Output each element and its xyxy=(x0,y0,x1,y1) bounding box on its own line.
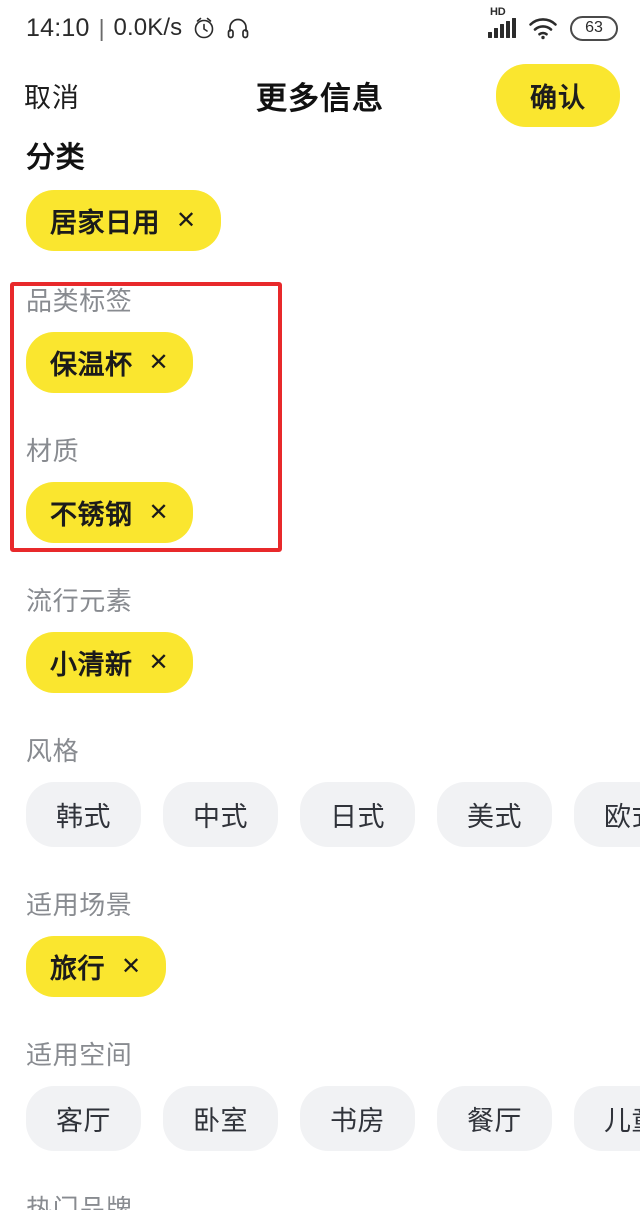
chip-label: 欧式 xyxy=(604,802,640,832)
chip-row: 居家日用 ✕ xyxy=(26,190,640,251)
section-4: 风格韩式 中式 日式 美式 欧式 xyxy=(0,731,640,847)
section-7: 热门品牌THERMOS/膳魔师TIGER/虎牌Tupperware/特百惠 xyxy=(0,1189,640,1210)
section-label: 风格 xyxy=(26,736,80,766)
more-info-form: 分类居家日用 ✕ 品类标签保温杯 ✕ 材质不锈钢 ✕ 流行元素小清新 ✕ 风格韩式 中式 日式 美式 欧… xyxy=(0,134,640,1210)
alarm-clock-icon xyxy=(191,15,217,41)
chip-label: 美式 xyxy=(467,802,522,832)
wifi-icon xyxy=(528,17,558,40)
section-label: 适用场景 xyxy=(26,890,133,920)
chip-label: 中式 xyxy=(193,802,248,832)
signal-bars xyxy=(488,17,516,38)
remove-chip-icon[interactable]: ✕ xyxy=(149,650,170,675)
remove-chip-icon[interactable]: ✕ xyxy=(149,500,170,525)
option-chip-3[interactable]: 餐厅 xyxy=(437,1086,552,1151)
battery-level: 63 xyxy=(585,19,603,36)
section-label: 流行元素 xyxy=(26,586,133,616)
remove-chip-icon[interactable]: ✕ xyxy=(176,208,197,233)
selected-chip-0[interactable]: 居家日用 ✕ xyxy=(26,190,221,251)
battery-indicator: 63 xyxy=(570,15,618,41)
chip-row[interactable]: 韩式 中式 日式 美式 欧式 xyxy=(26,782,640,847)
chip-label: 旅行 xyxy=(50,954,105,984)
selected-chip-0[interactable]: 保温杯 ✕ xyxy=(26,332,194,393)
remove-chip-icon[interactable]: ✕ xyxy=(121,954,142,979)
section-label: 分类 xyxy=(26,142,86,174)
status-bar: 14:10 | 0.0K/s HD 63 xyxy=(0,0,640,56)
option-chip-4[interactable]: 欧式 xyxy=(574,782,640,847)
chip-label: 书房 xyxy=(330,1106,385,1136)
confirm-button[interactable]: 确认 xyxy=(496,63,620,127)
section-label: 热门品牌 xyxy=(26,1194,133,1210)
selected-chip-0[interactable]: 不锈钢 ✕ xyxy=(26,482,194,543)
option-chip-3[interactable]: 美式 xyxy=(437,782,552,847)
section-5: 适用场景旅行 ✕ xyxy=(0,885,640,997)
chip-row: 旅行 ✕ xyxy=(26,936,640,997)
chip-label: 日式 xyxy=(330,802,385,832)
status-bar-right: HD 63 xyxy=(488,6,618,41)
section-label: 品类标签 xyxy=(26,286,133,316)
option-chip-1[interactable]: 中式 xyxy=(163,782,278,847)
chip-label: 韩式 xyxy=(56,802,111,832)
option-chip-0[interactable]: 客厅 xyxy=(26,1086,141,1151)
section-1: 品类标签保温杯 ✕ xyxy=(0,281,640,393)
nav-bar: 取消 更多信息 确认 xyxy=(0,56,640,134)
attribute-sections: 分类居家日用 ✕ 品类标签保温杯 ✕ 材质不锈钢 ✕ 流行元素小清新 ✕ 风格韩式 中式 日式 美式 欧… xyxy=(0,134,640,1210)
chip-label: 卧室 xyxy=(193,1106,248,1136)
chip-row: 保温杯 ✕ xyxy=(26,332,640,393)
status-divider: | xyxy=(98,14,105,41)
chip-label: 保温杯 xyxy=(50,350,133,380)
status-bar-left: 14:10 | 0.0K/s xyxy=(26,14,250,43)
remove-chip-icon[interactable]: ✕ xyxy=(149,350,170,375)
chip-label: 儿童房 xyxy=(604,1106,640,1136)
selected-chip-0[interactable]: 旅行 ✕ xyxy=(26,936,166,997)
cellular-signal-icon: HD xyxy=(488,6,516,38)
section-3: 流行元素小清新 ✕ xyxy=(0,581,640,693)
hd-label: HD xyxy=(490,5,506,18)
chip-row: 不锈钢 ✕ xyxy=(26,482,640,543)
headphone-icon xyxy=(226,15,250,41)
chip-label: 小清新 xyxy=(50,650,133,680)
option-chip-2[interactable]: 日式 xyxy=(300,782,415,847)
chip-label: 不锈钢 xyxy=(50,500,133,530)
chip-label: 客厅 xyxy=(56,1106,111,1136)
selected-chip-0[interactable]: 小清新 ✕ xyxy=(26,632,194,693)
chip-label: 居家日用 xyxy=(50,208,160,238)
section-label: 材质 xyxy=(26,436,80,466)
section-6: 适用空间客厅 卧室 书房 餐厅 儿童房 xyxy=(0,1035,640,1151)
section-0: 分类居家日用 ✕ xyxy=(0,134,640,251)
chip-row[interactable]: 客厅 卧室 书房 餐厅 儿童房 xyxy=(26,1086,640,1151)
chip-label: 餐厅 xyxy=(467,1106,522,1136)
option-chip-0[interactable]: 韩式 xyxy=(26,782,141,847)
option-chip-2[interactable]: 书房 xyxy=(300,1086,415,1151)
section-label: 适用空间 xyxy=(26,1040,133,1070)
cancel-button[interactable]: 取消 xyxy=(24,76,80,115)
chip-row: 小清新 ✕ xyxy=(26,632,640,693)
status-time: 14:10 xyxy=(26,13,90,42)
option-chip-4[interactable]: 儿童房 xyxy=(574,1086,640,1151)
option-chip-1[interactable]: 卧室 xyxy=(163,1086,278,1151)
section-2: 材质不锈钢 ✕ xyxy=(0,431,640,543)
network-speed: 0.0K/s xyxy=(113,14,183,41)
